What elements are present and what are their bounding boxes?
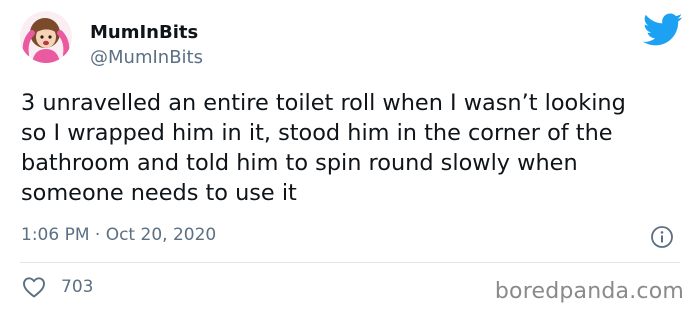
tweet-text: 3 unravelled an entire toilet roll when … xyxy=(21,90,626,206)
twitter-bird-icon[interactable] xyxy=(643,13,683,47)
avatar[interactable] xyxy=(20,11,72,63)
user-handle[interactable]: @MumInBits xyxy=(90,47,203,69)
heart-icon[interactable] xyxy=(22,276,46,298)
info-icon[interactable] xyxy=(650,225,674,249)
cartoon-woman-avatar-icon xyxy=(20,11,72,63)
tweet-timestamp[interactable]: 1:06 PM · Oct 20, 2020 xyxy=(21,225,216,245)
tweet-card: MumInBits @MumInBits 3 unravelled an ent… xyxy=(0,0,700,314)
divider xyxy=(20,262,680,263)
watermark: boredpanda.com xyxy=(494,279,684,304)
display-name[interactable]: MumInBits xyxy=(90,22,198,44)
like-count: 703 xyxy=(61,277,94,297)
